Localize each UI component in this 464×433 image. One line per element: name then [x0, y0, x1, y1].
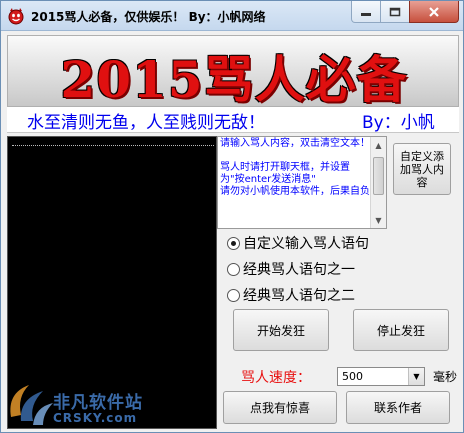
- banner: 2015骂人必备: [7, 35, 459, 109]
- watermark-name: 非凡软件站: [53, 393, 143, 413]
- scroll-down-arrow-icon[interactable]: ▼: [371, 212, 386, 228]
- mode-label: 经典骂人语句之二: [243, 288, 355, 304]
- slogan-text: 水至清则无鱼，人至贱则无敌！: [27, 113, 265, 133]
- banner-title: 2015骂人必备: [60, 50, 408, 109]
- devil-face-icon: [7, 7, 25, 25]
- mode-label: 经典骂人语句之一: [243, 262, 355, 278]
- watermark-site: CRSKY.com: [53, 411, 138, 425]
- surprise-button[interactable]: 点我有惊喜: [223, 391, 337, 424]
- author-text: By：小帆: [362, 113, 435, 133]
- speed-unit: 毫秒: [433, 370, 458, 384]
- custom-add-button[interactable]: 自定义添加骂人内容: [393, 143, 451, 195]
- title-bar[interactable]: 2015骂人必备，仅供娱乐！ By：小帆网络: [1, 1, 463, 31]
- watermark-logo-icon: [10, 385, 53, 425]
- close-icon: [429, 6, 439, 17]
- maximize-button[interactable]: [380, 1, 410, 23]
- content-textarea[interactable]: 请输入骂人内容，双击清空文本！ 骂人时请打开聊天框，并设置为"按enter发送消…: [217, 136, 387, 229]
- close-button[interactable]: [409, 1, 459, 23]
- app-window: 2015骂人必备，仅供娱乐！ By：小帆网络 2015骂人必备 水至清则无鱼，人…: [0, 0, 464, 433]
- speed-value: 500: [342, 370, 363, 383]
- start-button[interactable]: 开始发狂: [233, 309, 329, 351]
- radio-selected-icon[interactable]: [227, 236, 240, 250]
- scrollbar-thumb[interactable]: [373, 157, 384, 195]
- minimize-icon: [361, 12, 371, 16]
- watermark: 非凡软件站 CRSKY.com: [1, 371, 171, 432]
- chevron-down-icon[interactable]: ▼: [408, 368, 424, 385]
- minimize-button[interactable]: [351, 1, 381, 23]
- speed-select[interactable]: 500 ▼: [337, 367, 425, 386]
- speed-label: 骂人速度：: [241, 370, 311, 386]
- focus-outline: [12, 145, 214, 146]
- stop-button[interactable]: 停止发狂: [353, 309, 449, 351]
- window-title: 2015骂人必备，仅供娱乐！ By：小帆网络: [31, 10, 266, 24]
- contact-author-button[interactable]: 联系作者: [346, 391, 450, 424]
- mode-radio-classic-1[interactable]: 经典骂人语句之一: [227, 258, 355, 280]
- radio-icon[interactable]: [227, 262, 240, 276]
- slogan-bar: 水至清则无鱼，人至贱则无敌！ By：小帆: [7, 107, 459, 133]
- hint-text: 请输入骂人内容，双击清空文本！ 骂人时请打开聊天框，并设置为"按enter发送消…: [220, 138, 370, 197]
- mode-label: 自定义输入骂人语句: [243, 236, 369, 252]
- maximize-icon: [389, 7, 401, 16]
- vertical-scrollbar[interactable]: ▲ ▼: [370, 137, 386, 228]
- radio-icon[interactable]: [227, 288, 240, 302]
- scroll-up-arrow-icon[interactable]: ▲: [371, 137, 386, 153]
- mode-radio-classic-2[interactable]: 经典骂人语句之二: [227, 284, 355, 306]
- mode-radio-custom[interactable]: 自定义输入骂人语句: [227, 232, 369, 254]
